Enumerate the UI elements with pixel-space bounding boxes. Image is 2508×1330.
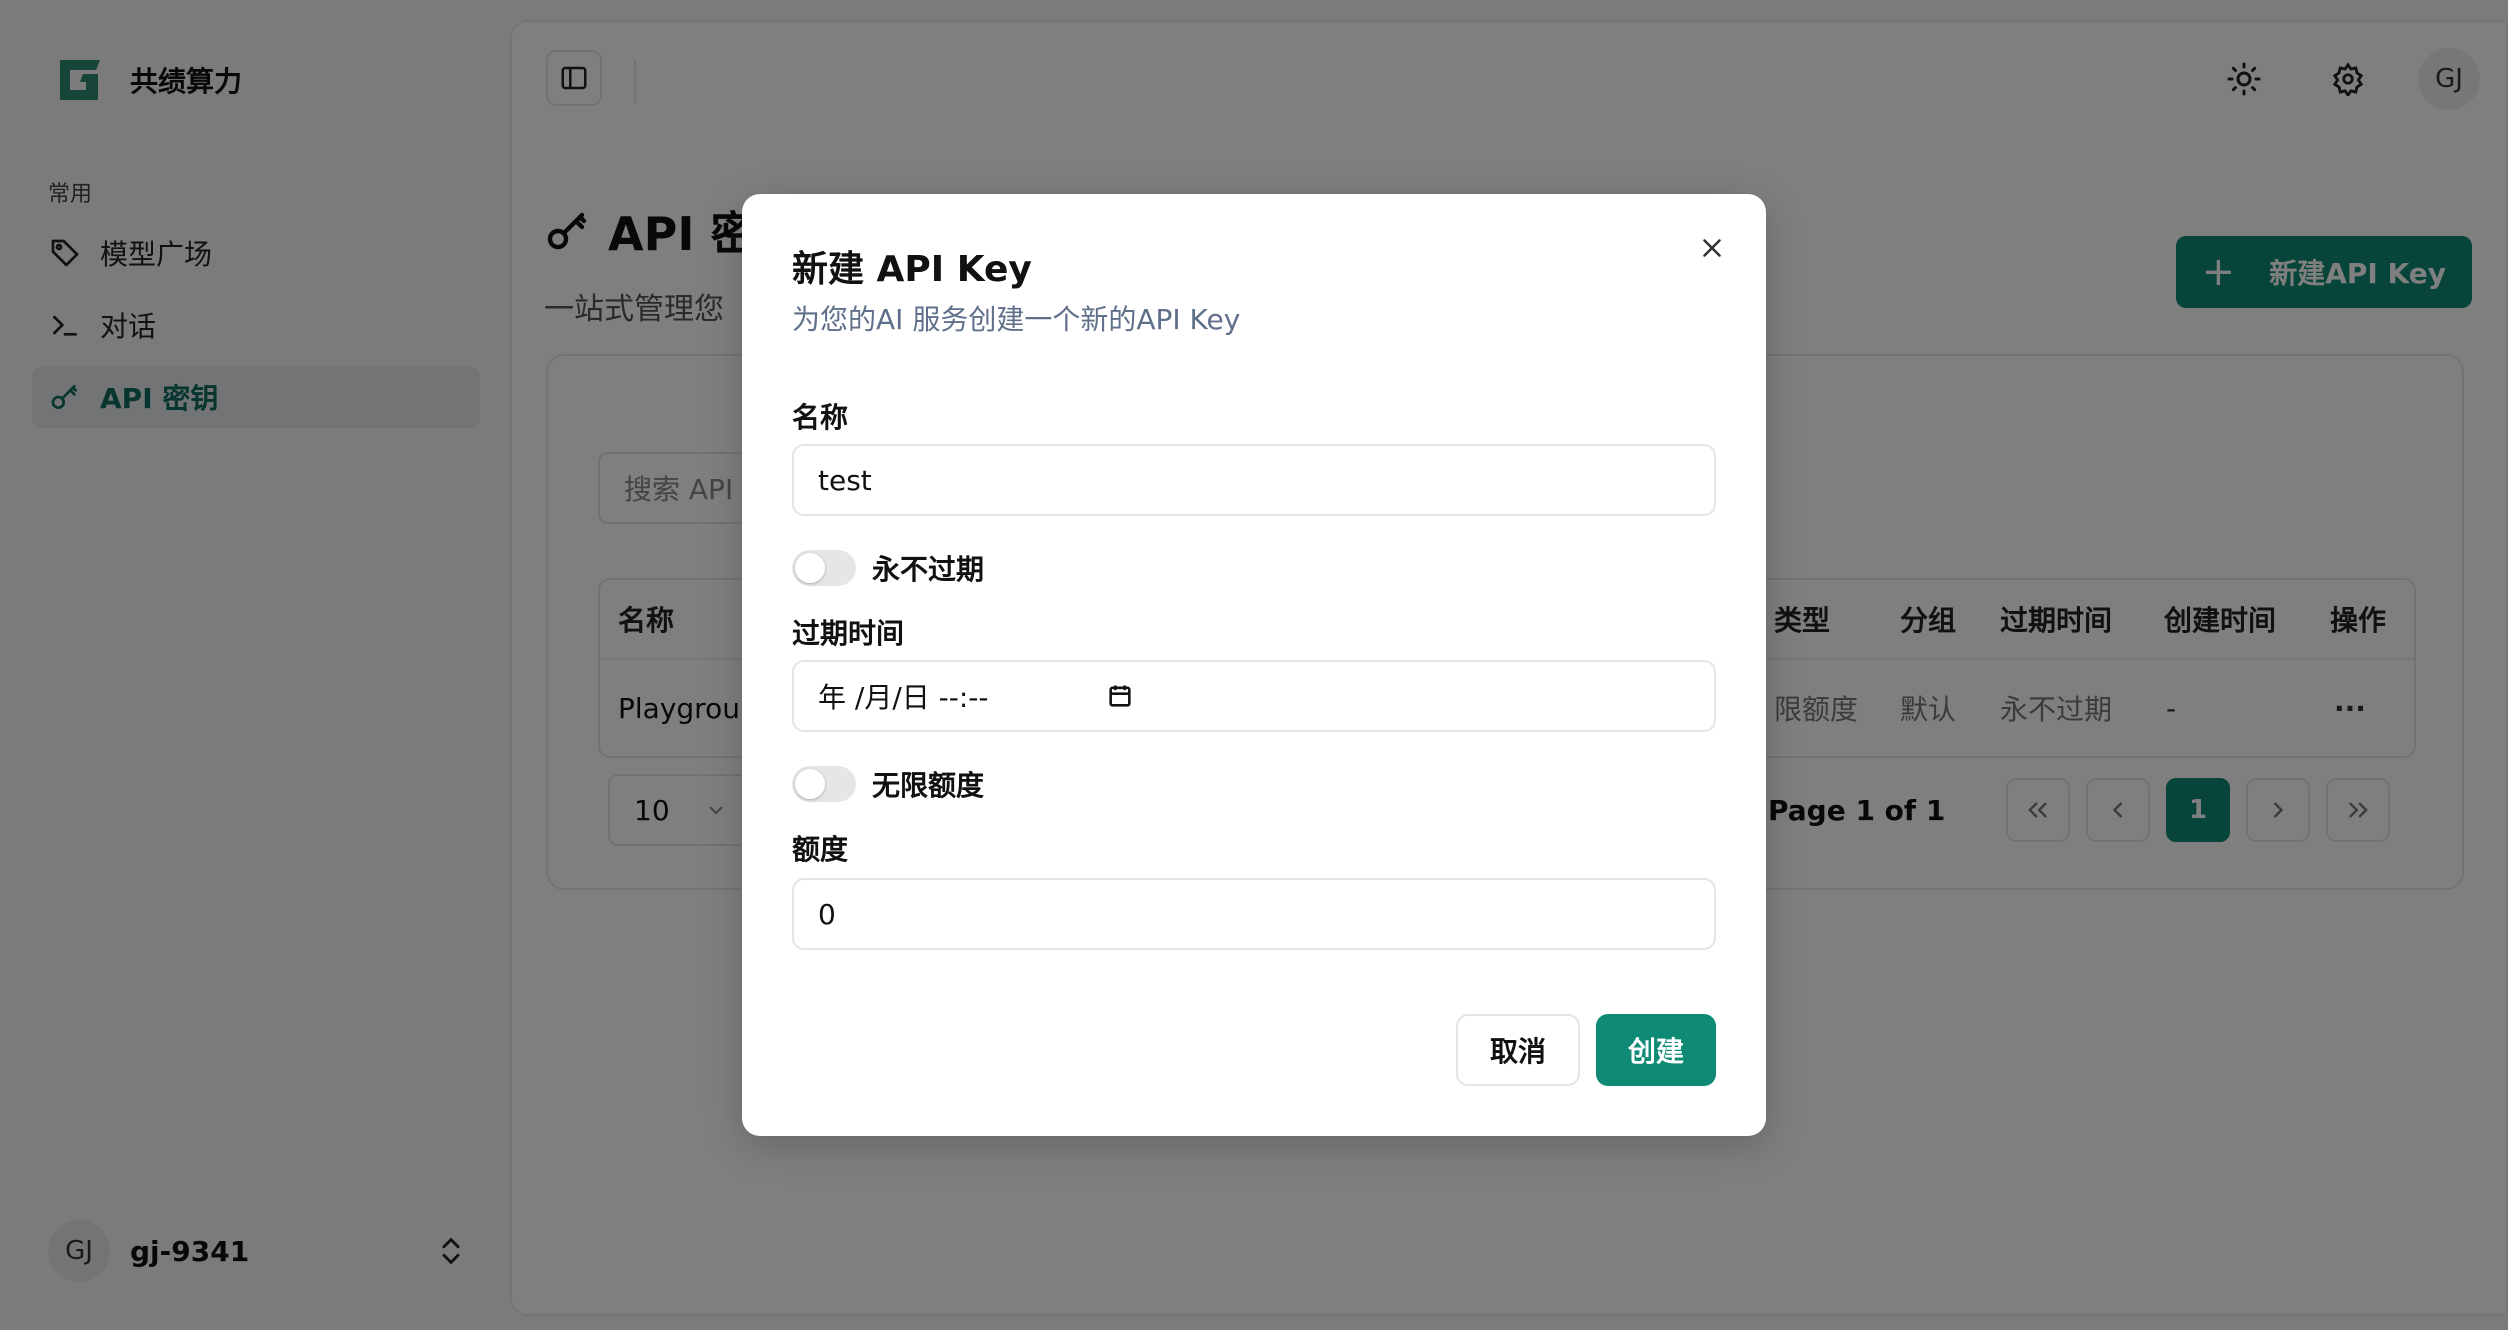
never-expire-row: 永不过期 — [792, 548, 984, 588]
cancel-button[interactable]: 取消 — [1456, 1014, 1580, 1086]
dialog-title: 新建 API Key — [792, 249, 1032, 290]
unlimited-quota-row: 无限额度 — [792, 764, 984, 804]
never-expire-switch[interactable] — [792, 550, 856, 586]
unlimited-quota-switch[interactable] — [792, 766, 856, 802]
unlimited-quota-label: 无限额度 — [872, 769, 985, 802]
create-api-key-dialog: 新建 API Key 为您的AI 服务创建一个新的API Key 名称 test… — [742, 194, 1766, 1136]
quota-label: 额度 — [792, 833, 849, 866]
name-input[interactable]: test — [792, 444, 1716, 516]
create-button[interactable]: 创建 — [1596, 1014, 1716, 1086]
never-expire-label: 永不过期 — [872, 553, 985, 586]
expire-time-label: 过期时间 — [792, 617, 905, 650]
expire-datetime-placeholder: 年 /月/日 --:-- — [818, 681, 989, 714]
quota-input[interactable]: 0 — [792, 878, 1716, 950]
close-button[interactable] — [1692, 228, 1732, 268]
dialog-description: 为您的AI 服务创建一个新的API Key — [792, 303, 1241, 336]
close-icon — [1703, 239, 1721, 257]
name-label: 名称 — [792, 401, 849, 434]
calendar-icon[interactable] — [1106, 682, 1134, 710]
expire-datetime-input[interactable]: 年 /月/日 --:-- — [792, 660, 1716, 732]
